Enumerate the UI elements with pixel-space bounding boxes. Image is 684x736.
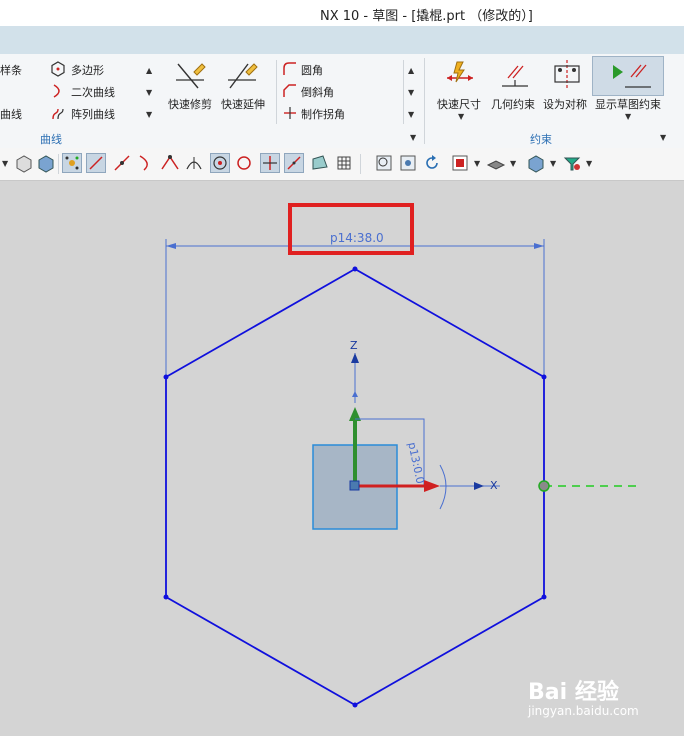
ribbon-separator — [276, 60, 277, 124]
fillet-icon — [282, 61, 298, 81]
quadrant-icon[interactable] — [234, 153, 254, 173]
vertex-point[interactable] — [352, 266, 358, 272]
vertex-point[interactable] — [352, 702, 358, 708]
z-axis-label: Z — [350, 339, 358, 352]
dropdown-arrow-icon[interactable]: ▼ — [146, 110, 152, 119]
make-corner-button[interactable]: 制作拐角 — [301, 106, 345, 122]
title-bar: NX 10 - 草图 - [撬棍.prt （修改的）] — [0, 0, 684, 26]
ribbon-tab-strip — [0, 26, 684, 54]
rotate-icon[interactable] — [422, 153, 442, 173]
vertex-point[interactable] — [163, 594, 169, 600]
z-axis-arrow — [351, 353, 359, 363]
angle-dimension-arc — [439, 464, 447, 510]
dropdown-arrow-icon[interactable]: ▼ — [408, 110, 414, 119]
chamfer-icon — [282, 83, 298, 103]
curve-group-label: 曲线 — [40, 133, 62, 146]
layer-icon[interactable] — [486, 153, 506, 173]
curve-button[interactable]: 曲线 — [0, 106, 22, 122]
dropdown-arrow-icon[interactable]: ▼ — [474, 159, 480, 168]
fillet-button[interactable]: 圆角 — [301, 62, 323, 78]
pattern-curve-button[interactable]: 阵列曲线 — [71, 106, 115, 122]
snap-points-icon[interactable] — [62, 153, 82, 173]
dimension-arrow-left — [166, 243, 176, 249]
dropdown-arrow-icon[interactable]: ▲ — [408, 66, 414, 75]
dropdown-arrow-icon[interactable]: ▼ — [458, 112, 464, 121]
line-snap-icon[interactable] — [86, 153, 106, 173]
baidu-watermark: Bai 经验 jingyan.baidu.com — [528, 664, 668, 724]
cross-point-icon[interactable] — [260, 153, 280, 173]
rapid-dimension-button[interactable]: 快速尺寸 — [437, 96, 481, 112]
make-corner-icon — [282, 105, 298, 125]
dropdown-arrow-icon[interactable]: ▼ — [408, 88, 414, 97]
render-style-icon[interactable] — [450, 153, 470, 173]
pattern-curve-icon — [50, 105, 66, 125]
z-axis-arrow-small — [352, 391, 358, 397]
make-symmetric-button[interactable]: 设为对称 — [543, 96, 587, 112]
group-expand-icon[interactable]: ▼ — [660, 133, 666, 142]
midpoint-marker[interactable] — [538, 480, 550, 492]
dropdown-arrow-icon[interactable]: ▼ — [146, 88, 152, 97]
dropdown-arrow-icon[interactable]: ▼ — [586, 159, 592, 168]
graphics-window[interactable]: Z X p14:38.0 p13:0.0 — [0, 181, 684, 736]
dropdown-arrow-icon[interactable]: ▼ — [510, 159, 516, 168]
cube-shaded-icon[interactable] — [36, 153, 56, 173]
ribbon-separator — [424, 58, 425, 144]
vertex-point[interactable] — [163, 374, 169, 380]
show-sketch-constraints-icon — [592, 56, 664, 96]
intersection-icon[interactable] — [160, 153, 180, 173]
spline-button[interactable]: 样条 — [0, 62, 22, 78]
grid-icon[interactable] — [334, 153, 354, 173]
conic-button[interactable]: 二次曲线 — [71, 84, 115, 100]
watermark-url: jingyan.baidu.com — [528, 704, 639, 718]
quick-trim-icon — [176, 58, 206, 96]
dropdown-arrow-icon[interactable]: ▼ — [625, 112, 631, 121]
conic-icon — [50, 83, 66, 103]
selection-toolbar: ▼ ▼ ▼ ▼ ▼ — [0, 148, 684, 181]
ribbon-separator — [403, 60, 404, 124]
make-symmetric-icon — [552, 58, 582, 96]
view-icon[interactable] — [398, 153, 418, 173]
point-on-curve-icon[interactable] — [284, 153, 304, 173]
watermark-brand: Bai 经验 — [528, 680, 619, 705]
geometric-constraint-icon — [500, 58, 530, 96]
quick-trim-button[interactable]: 快速修剪 — [168, 96, 212, 112]
x-axis-label: X — [490, 479, 498, 492]
polygon-icon — [50, 61, 66, 81]
end-point-icon[interactable] — [112, 153, 132, 173]
dimension-arrow-right — [534, 243, 544, 249]
x-axis-arrow — [474, 482, 484, 490]
group-expand-icon[interactable]: ▼ — [410, 133, 416, 142]
highlight-annotation-box — [288, 203, 414, 255]
origin-point[interactable] — [349, 480, 360, 491]
tangent-icon[interactable] — [184, 153, 204, 173]
toolbar-separator — [360, 154, 361, 174]
polygon-button[interactable]: 多边形 — [71, 62, 104, 78]
shaded-icon[interactable] — [526, 153, 546, 173]
center-icon[interactable] — [210, 153, 230, 173]
window-title: NX 10 - 草图 - [撬棍.prt （修改的）] — [320, 9, 533, 24]
show-sketch-constraints-button[interactable]: 显示草图约束 — [595, 96, 661, 112]
dropdown-arrow-icon[interactable]: ▼ — [550, 159, 556, 168]
filter-icon[interactable] — [562, 153, 582, 173]
ribbon: 样条 曲线 多边形 二次曲线 阵列曲线 ▲ ▼ ▼ 快速修剪 快速延伸 圆角 倒… — [0, 54, 684, 149]
face-point-icon[interactable] — [310, 153, 330, 173]
constraint-group-label: 约束 — [530, 133, 552, 146]
zoom-icon[interactable] — [374, 153, 394, 173]
vertex-point[interactable] — [541, 594, 547, 600]
geometric-constraint-button[interactable]: 几何约束 — [491, 96, 535, 112]
dropdown-arrow-icon[interactable]: ▲ — [146, 66, 152, 75]
cube-wire-icon[interactable] — [14, 153, 34, 173]
rapid-dimension-icon — [445, 58, 475, 96]
quick-extend-button[interactable]: 快速延伸 — [221, 96, 265, 112]
dropdown-arrow-icon[interactable]: ▼ — [2, 159, 8, 168]
quick-extend-icon — [228, 58, 258, 96]
toolbar-separator — [58, 154, 59, 174]
curve-icon[interactable] — [136, 153, 156, 173]
chamfer-button[interactable]: 倒斜角 — [301, 84, 334, 100]
vertex-point[interactable] — [541, 374, 547, 380]
